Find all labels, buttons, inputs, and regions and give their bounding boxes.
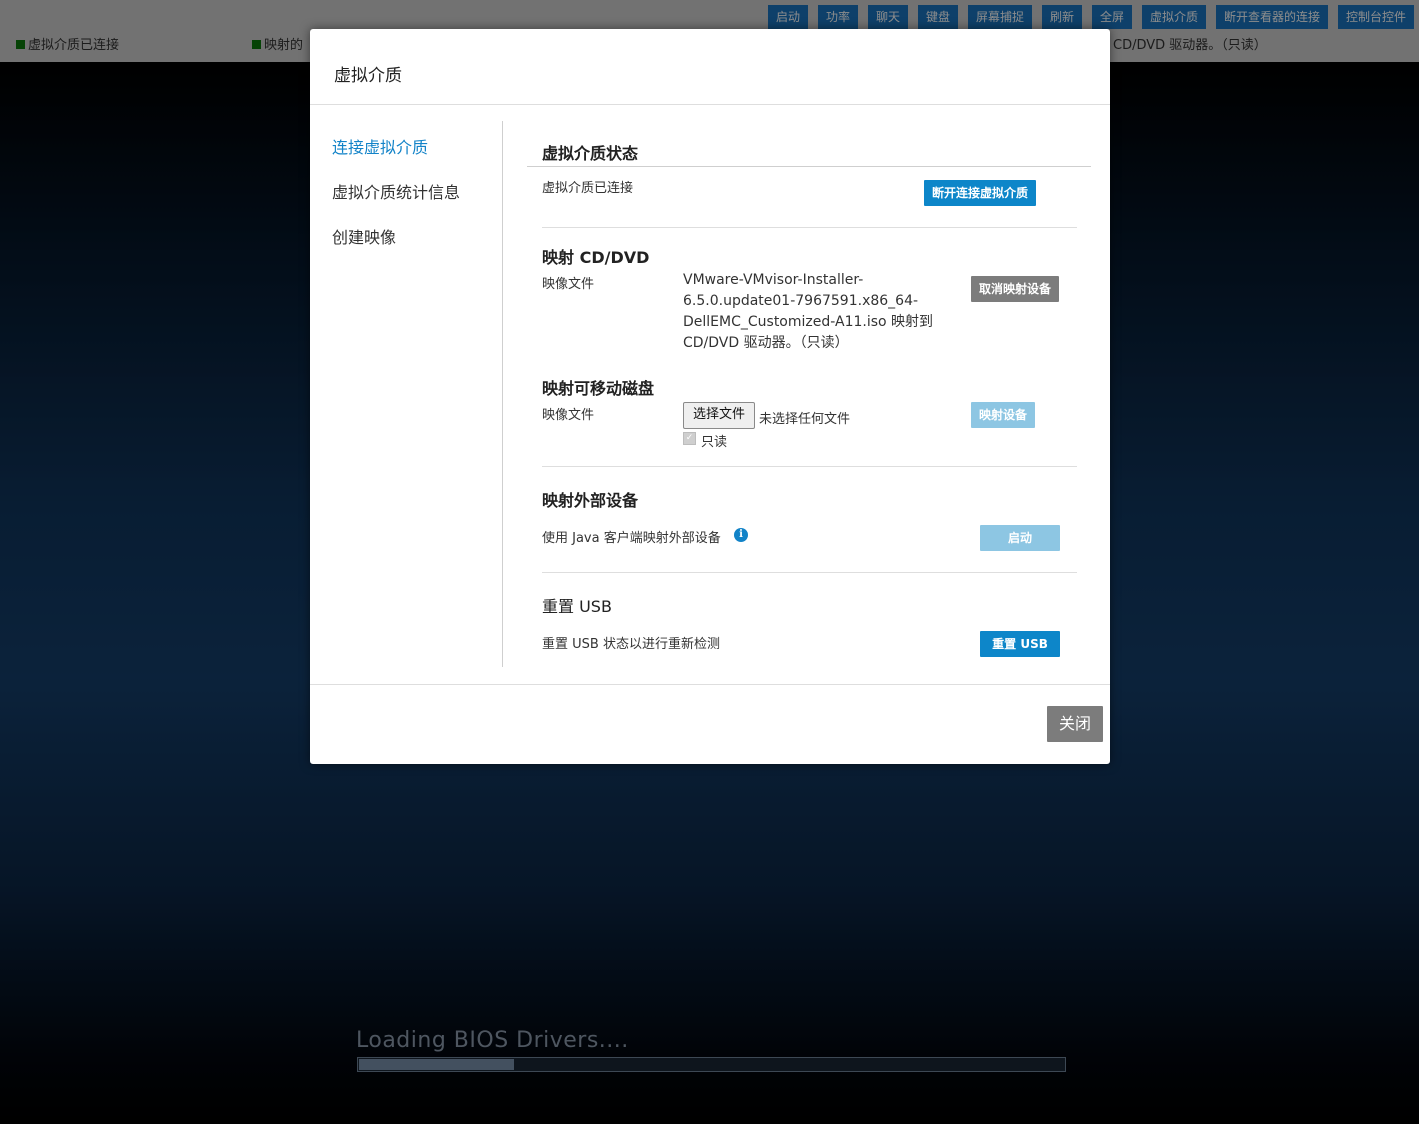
- nav-divider: [502, 121, 503, 667]
- nav-virtual-media-statistics[interactable]: 虚拟介质统计信息: [332, 179, 460, 203]
- readonly-checkbox[interactable]: ✓: [683, 432, 696, 445]
- launch-button[interactable]: 启动: [980, 525, 1060, 551]
- status-title-underline: [527, 166, 1091, 167]
- section-title-cd-dvd: 映射 CD/DVD: [542, 248, 650, 267]
- reset-usb-button[interactable]: 重置 USB: [980, 631, 1060, 657]
- section-divider: [542, 466, 1077, 467]
- nav-connect-virtual-media[interactable]: 连接虚拟介质: [332, 134, 428, 158]
- section-divider: [542, 572, 1077, 573]
- close-button[interactable]: 关闭: [1047, 706, 1103, 742]
- header-divider: [310, 104, 1110, 105]
- cd-image-file-label: 映像文件: [542, 277, 595, 292]
- removable-image-file-label: 映像文件: [542, 408, 595, 423]
- nav-create-image[interactable]: 创建映像: [332, 224, 396, 248]
- section-title-reset-usb: 重置 USB: [542, 597, 612, 616]
- external-device-desc: 使用 Java 客户端映射外部设备: [542, 531, 721, 546]
- virtual-media-dialog: 虚拟介质 连接虚拟介质 虚拟介质统计信息 创建映像 虚拟介质状态 虚拟介质已连接…: [310, 29, 1110, 764]
- section-title-external-device: 映射外部设备: [542, 491, 639, 510]
- unmap-device-button[interactable]: 取消映射设备: [971, 276, 1059, 302]
- section-title-removable-disk: 映射可移动磁盘: [542, 379, 655, 398]
- choose-file-button[interactable]: 选择文件: [683, 402, 755, 429]
- status-text: 虚拟介质已连接: [542, 181, 634, 196]
- no-file-selected-text: 未选择任何文件: [759, 412, 851, 427]
- disconnect-virtual-media-button[interactable]: 断开连接虚拟介质: [924, 180, 1036, 206]
- cd-image-file-value: VMware-VMvisor-Installer-6.5.0.update01-…: [683, 272, 934, 351]
- dialog-title: 虚拟介质: [334, 66, 402, 86]
- map-device-button[interactable]: 映射设备: [971, 402, 1035, 428]
- readonly-label: 只读: [701, 435, 728, 450]
- section-divider: [542, 227, 1077, 228]
- info-icon[interactable]: i: [734, 528, 748, 542]
- reset-usb-desc: 重置 USB 状态以进行重新检测: [542, 637, 720, 652]
- footer-divider: [310, 684, 1110, 685]
- section-title-status: 虚拟介质状态: [542, 144, 639, 163]
